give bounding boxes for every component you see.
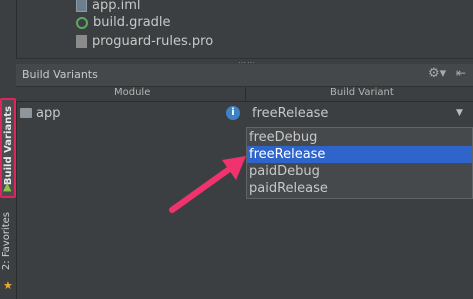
annotation-arrow [169,156,246,213]
